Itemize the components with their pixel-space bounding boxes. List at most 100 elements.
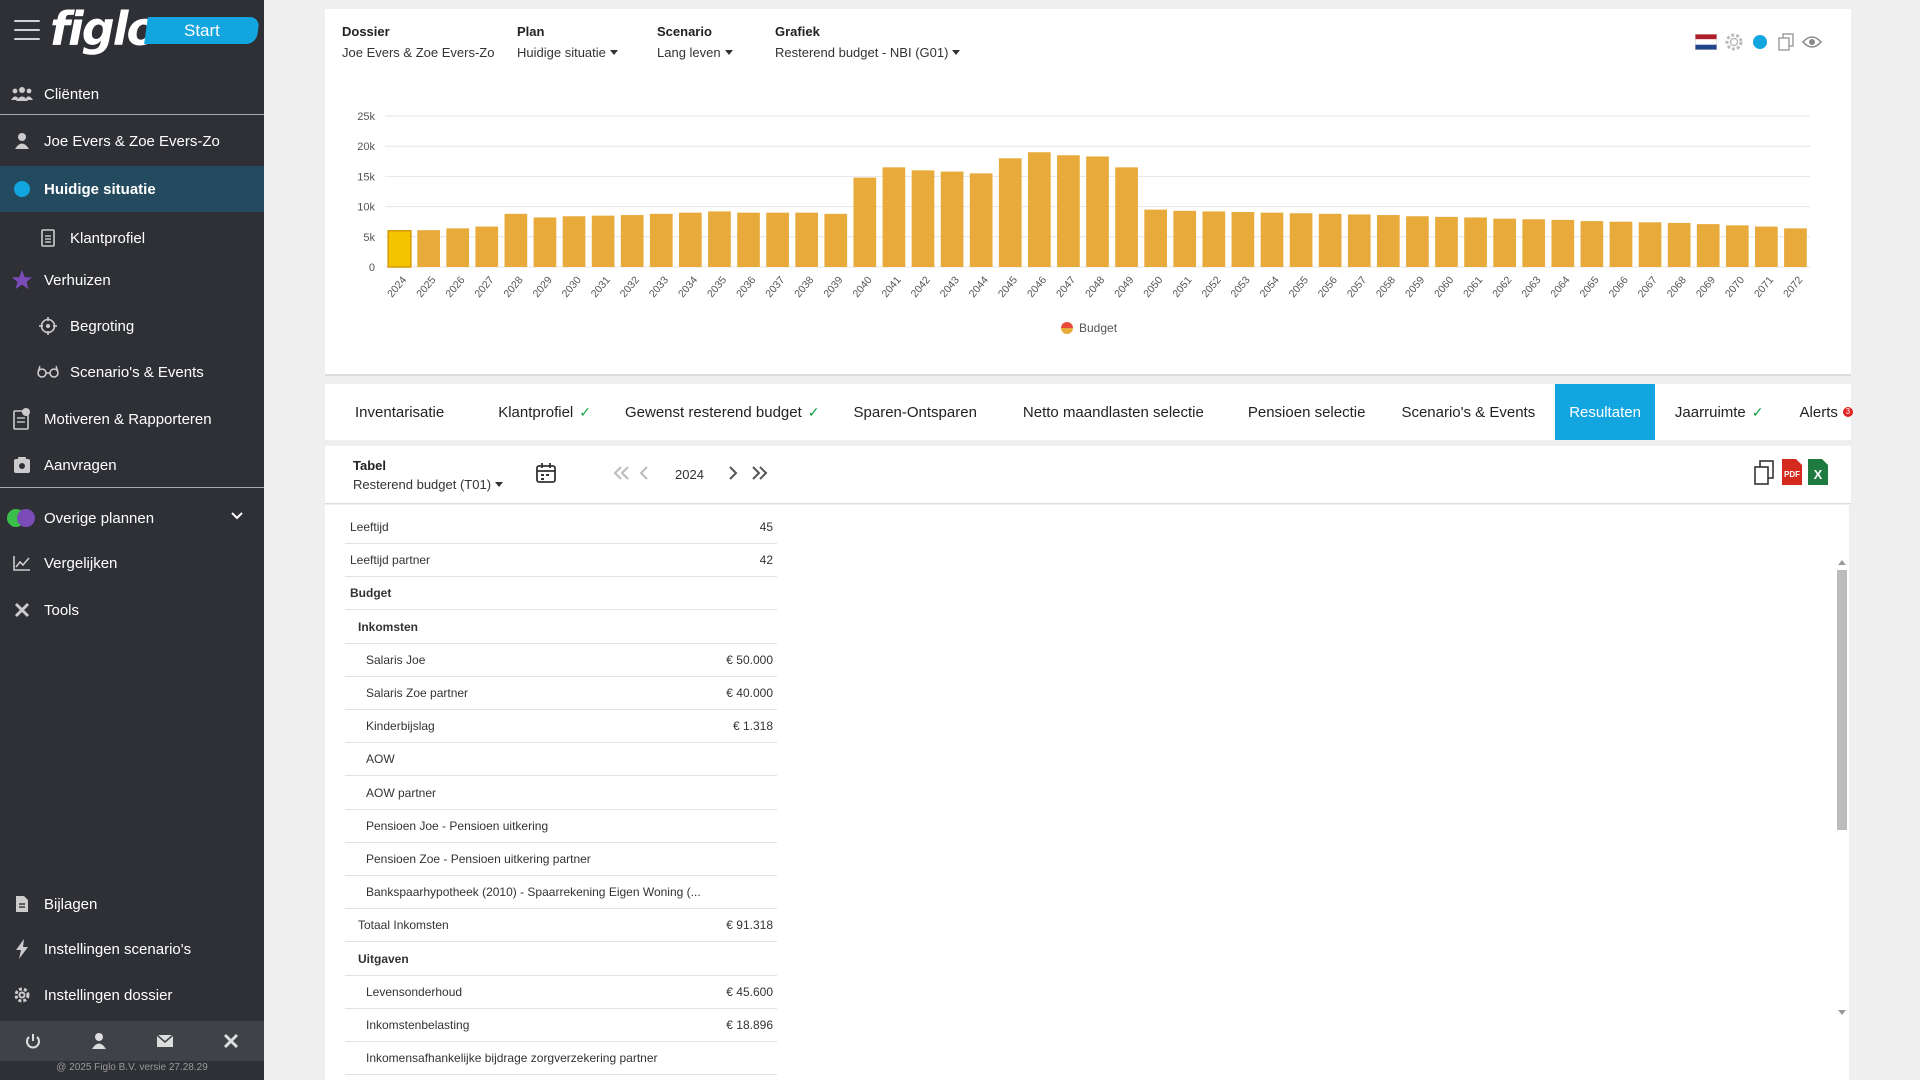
dutch-flag-icon[interactable] — [1695, 31, 1717, 53]
chart-bar[interactable] — [969, 173, 993, 267]
sidebar-item-verhuizen[interactable]: Verhuizen — [0, 259, 264, 301]
vertical-scrollbar[interactable] — [1835, 560, 1847, 1015]
chart-bar[interactable] — [1231, 212, 1255, 267]
chart-bar[interactable] — [766, 212, 789, 267]
chart-bar[interactable] — [1784, 228, 1807, 267]
chart-bar[interactable] — [1086, 156, 1109, 267]
chart-bar[interactable] — [1173, 210, 1197, 267]
scroll-up-icon[interactable] — [1838, 560, 1846, 565]
chart-bar[interactable] — [1725, 225, 1749, 267]
sidebar-item-klantprofiel[interactable]: Klantprofiel — [0, 217, 264, 259]
tab-netto-maandlasten-selectie[interactable]: Netto maandlasten selectie — [1009, 384, 1234, 440]
chart-bar[interactable] — [1580, 221, 1604, 267]
chart-bar[interactable] — [649, 213, 673, 267]
sidebar-item-instellingen-scenarios[interactable]: Instellingen scenario's — [0, 928, 264, 970]
status-dot-icon[interactable] — [1749, 31, 1771, 53]
sidebar-item-instellingen-dossier[interactable]: Instellingen dossier — [0, 974, 264, 1016]
table-dropdown[interactable]: Resterend budget (T01) — [353, 477, 504, 492]
chart-bar[interactable] — [1493, 218, 1516, 267]
excel-export-icon[interactable]: X — [1807, 458, 1829, 491]
previous-year-icon[interactable] — [639, 466, 649, 485]
scroll-thumb[interactable] — [1837, 570, 1847, 830]
chart-bar[interactable] — [417, 230, 440, 267]
chart-bar[interactable] — [504, 213, 528, 267]
chart-bar[interactable] — [620, 215, 644, 267]
sidebar-item-scenarios-events[interactable]: Scenario's & Events — [0, 351, 264, 393]
chart-bar[interactable] — [824, 213, 848, 267]
chart-bar[interactable] — [1144, 209, 1168, 267]
chevron-down-icon[interactable] — [230, 509, 244, 527]
sidebar-item-huidige-situatie[interactable]: Huidige situatie — [0, 166, 264, 212]
sidebar-item-bijlagen[interactable]: Bijlagen — [0, 883, 264, 925]
start-button[interactable]: Start — [144, 17, 260, 44]
tab-jaarruimte[interactable]: Jaarruimte ✓ — [1655, 384, 1786, 440]
chart-bar[interactable] — [1406, 216, 1429, 267]
chart-bar[interactable] — [853, 177, 877, 267]
scenario-dropdown[interactable]: Lang leven — [657, 45, 733, 60]
scroll-down-icon[interactable] — [1838, 1010, 1846, 1015]
profile-icon[interactable] — [87, 1029, 111, 1053]
chart-bar[interactable] — [1551, 219, 1575, 267]
grafiek-dropdown[interactable]: Resterend budget - NBI (G01) — [775, 45, 961, 60]
chart-bar[interactable] — [737, 212, 760, 267]
pdf-export-icon[interactable]: PDF — [1781, 458, 1803, 491]
chart-bar[interactable] — [882, 167, 906, 267]
tab-sparen-ontsparen[interactable]: Sparen-Ontsparen — [840, 384, 1009, 440]
eye-icon[interactable] — [1801, 31, 1823, 53]
last-year-icon[interactable] — [750, 466, 768, 485]
sidebar-item-begroting[interactable]: Begroting — [0, 305, 264, 347]
chart-bar[interactable] — [1667, 222, 1691, 267]
chart-bar[interactable] — [1609, 221, 1633, 267]
next-year-icon[interactable] — [728, 466, 738, 485]
power-icon[interactable] — [21, 1029, 45, 1053]
sidebar-item-dossier[interactable]: Joe Evers & Zoe Evers-Zo — [0, 120, 264, 162]
chart-bar[interactable] — [940, 171, 964, 267]
chart-bar[interactable] — [1289, 213, 1313, 267]
chart-bar[interactable] — [1115, 167, 1138, 267]
chart-bar[interactable] — [591, 215, 615, 267]
chart-bar[interactable] — [708, 211, 731, 267]
chart-bar[interactable] — [1522, 219, 1546, 267]
chart-bar[interactable] — [387, 230, 412, 268]
tab-gewenst-resterend-budget[interactable]: Gewenst resterend budget ✓ — [611, 384, 840, 440]
sidebar-item-overige-plannen[interactable]: Overige plannen — [0, 497, 264, 539]
chart-bar[interactable] — [679, 212, 702, 267]
sidebar-item-motiveren-rapporteren[interactable]: Motiveren & Rapporteren — [0, 398, 264, 440]
tab-alerts[interactable]: Alerts 3 — [1786, 384, 1867, 440]
plan-dropdown[interactable]: Huidige situatie — [517, 45, 618, 60]
chart-bar[interactable] — [475, 226, 499, 267]
chart-bar[interactable] — [1347, 214, 1371, 267]
chart-bar[interactable] — [911, 170, 935, 267]
chart-bar[interactable] — [446, 228, 470, 267]
chart-bar[interactable] — [533, 217, 557, 267]
chart-bar[interactable] — [1202, 211, 1226, 267]
legend-label[interactable]: Budget — [1079, 321, 1118, 335]
hamburger-menu-icon[interactable] — [14, 20, 40, 40]
chart-bar[interactable] — [1027, 152, 1051, 267]
mail-icon[interactable] — [153, 1029, 177, 1053]
tab-pensioen-selectie[interactable]: Pensioen selectie — [1234, 384, 1388, 440]
chart-bar[interactable] — [795, 212, 819, 267]
tab-resultaten[interactable]: Resultaten — [1555, 384, 1655, 440]
first-year-icon[interactable] — [613, 466, 631, 485]
sidebar-item-aanvragen[interactable]: Aanvragen — [0, 444, 264, 486]
tab-klantprofiel[interactable]: Klantprofiel ✓ — [484, 384, 611, 440]
chart-bar[interactable] — [1638, 222, 1662, 267]
chart-bar[interactable] — [1376, 215, 1400, 267]
chart-bar[interactable] — [1755, 226, 1778, 267]
chart-bar[interactable] — [1696, 224, 1720, 267]
tools-icon[interactable] — [219, 1029, 243, 1053]
sidebar-item-vergelijken[interactable]: Vergelijken — [0, 542, 264, 584]
chart-bar[interactable] — [562, 216, 586, 267]
chart-bar[interactable] — [1464, 217, 1487, 267]
copy-table-icon[interactable] — [1753, 460, 1775, 491]
chart-bar[interactable] — [998, 158, 1022, 267]
tab-scenarios-events[interactable]: Scenario's & Events — [1387, 384, 1555, 440]
sidebar-item-tools[interactable]: Tools — [0, 589, 264, 631]
tab-inventarisatie[interactable]: Inventarisatie — [325, 384, 484, 440]
sidebar-item-clienten[interactable]: Cliënten — [0, 73, 264, 115]
chart-bar[interactable] — [1260, 212, 1284, 267]
chart-bar[interactable] — [1057, 155, 1080, 267]
chart-bar[interactable] — [1318, 213, 1342, 267]
settings-gear-icon[interactable] — [1723, 31, 1745, 53]
